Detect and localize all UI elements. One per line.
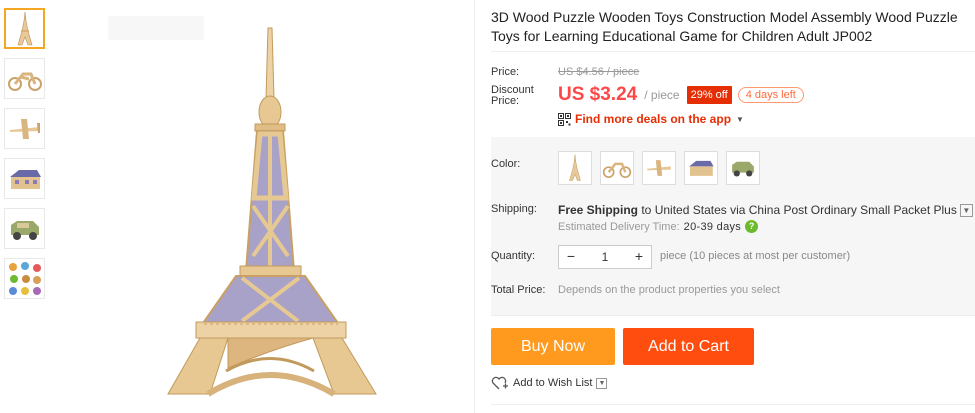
motorcycle-icon [7,72,42,91]
discount-badge: 29% off [686,86,732,104]
discount-price-label: Discount Price: [491,85,534,107]
quantity-increase-button[interactable]: + [627,246,651,268]
thumbnail-strip [4,8,46,308]
price-label: Price: [491,66,520,78]
shipping-info: Free Shipping to United States via China… [558,203,973,218]
color-option-house[interactable] [684,151,718,185]
divider [491,51,975,52]
app-deals-link[interactable]: Find more deals on the app ▼ [558,112,744,126]
thumbnail-house[interactable] [4,158,45,199]
chevron-down-icon: ▼ [736,114,744,124]
quantity-label: Quantity: [491,250,536,262]
divider [491,315,975,316]
motorcycle-icon [602,162,632,179]
help-icon[interactable]: ? [745,220,759,233]
estimated-delivery: Estimated Delivery Time: 20-39 days ? [558,220,759,233]
discount-price-row: US $3.24 / piece 29% off 4 days left [558,84,804,106]
eiffel-tower-icon [17,11,32,45]
jeep-icon [732,161,754,177]
heart-plus-icon [491,376,508,390]
animals-collage-icon [8,261,41,295]
quantity-decrease-button[interactable]: − [559,246,583,268]
total-price-label: Total Price: [491,284,546,296]
thumbnail-jeep[interactable] [4,208,45,249]
color-option-eiffel[interactable] [558,151,592,185]
color-label: Color: [491,158,521,170]
eiffel-tower-icon [569,154,581,181]
main-product-image[interactable] [108,16,460,408]
eiffel-tower-model-image [167,27,377,397]
divider [491,404,975,405]
quantity-stepper: − 1 + [558,245,652,269]
quantity-input[interactable]: 1 [583,250,627,264]
color-option-motorcycle[interactable] [600,151,634,185]
jeep-icon [10,220,39,240]
airplane-icon [9,118,40,139]
discount-label-line2: Price: [491,95,520,107]
shipping-country[interactable]: United States [655,203,727,217]
product-title: 3D Wood Puzzle Wooden Toys Construction … [491,9,958,44]
wishlist-label: Add to Wish List [513,377,593,389]
buy-now-button[interactable]: Buy Now [491,328,615,365]
shipping-dropdown-icon[interactable]: ▼ [959,204,973,218]
original-price: US $4.56 / piece [558,66,640,78]
house-icon [9,169,41,189]
qr-code-icon [558,112,571,126]
total-price-value: Depends on the product properties you se… [558,284,780,296]
color-options [558,151,768,185]
chevron-down-icon[interactable]: ▼ [596,377,608,389]
add-to-wishlist-link[interactable]: Add to Wish List ▼ [491,376,608,390]
thumbnail-animals[interactable] [4,258,45,299]
airplane-icon [647,160,671,176]
eta-days: 20-39 days [683,220,742,233]
free-shipping-text: Free Shipping [558,203,639,217]
shipping-to-text: to [638,203,655,217]
house-icon [689,160,714,176]
current-price: US $3.24 [558,84,638,105]
thumbnail-eiffel[interactable] [4,8,45,49]
add-to-cart-button[interactable]: Add to Cart [623,328,754,365]
thumbnail-airplane[interactable] [4,108,45,149]
shipping-carrier[interactable]: China Post Ordinary Small Packet Plus [749,203,957,217]
quantity-note: piece (10 pieces at most per customer) [660,250,851,262]
vertical-divider [474,0,475,413]
app-deals-text: Find more deals on the app [575,112,732,126]
thumbnail-motorcycle[interactable] [4,58,45,99]
color-option-jeep[interactable] [726,151,760,185]
days-left-badge: 4 days left [737,87,804,103]
price-unit: / piece [644,88,680,102]
product-page: 3D Wood Puzzle Wooden Toys Construction … [0,0,975,413]
shipping-label: Shipping: [491,203,537,215]
shipping-via-text: via [726,203,749,217]
color-option-airplane[interactable] [642,151,676,185]
eta-label: Estimated Delivery Time: [558,220,680,233]
